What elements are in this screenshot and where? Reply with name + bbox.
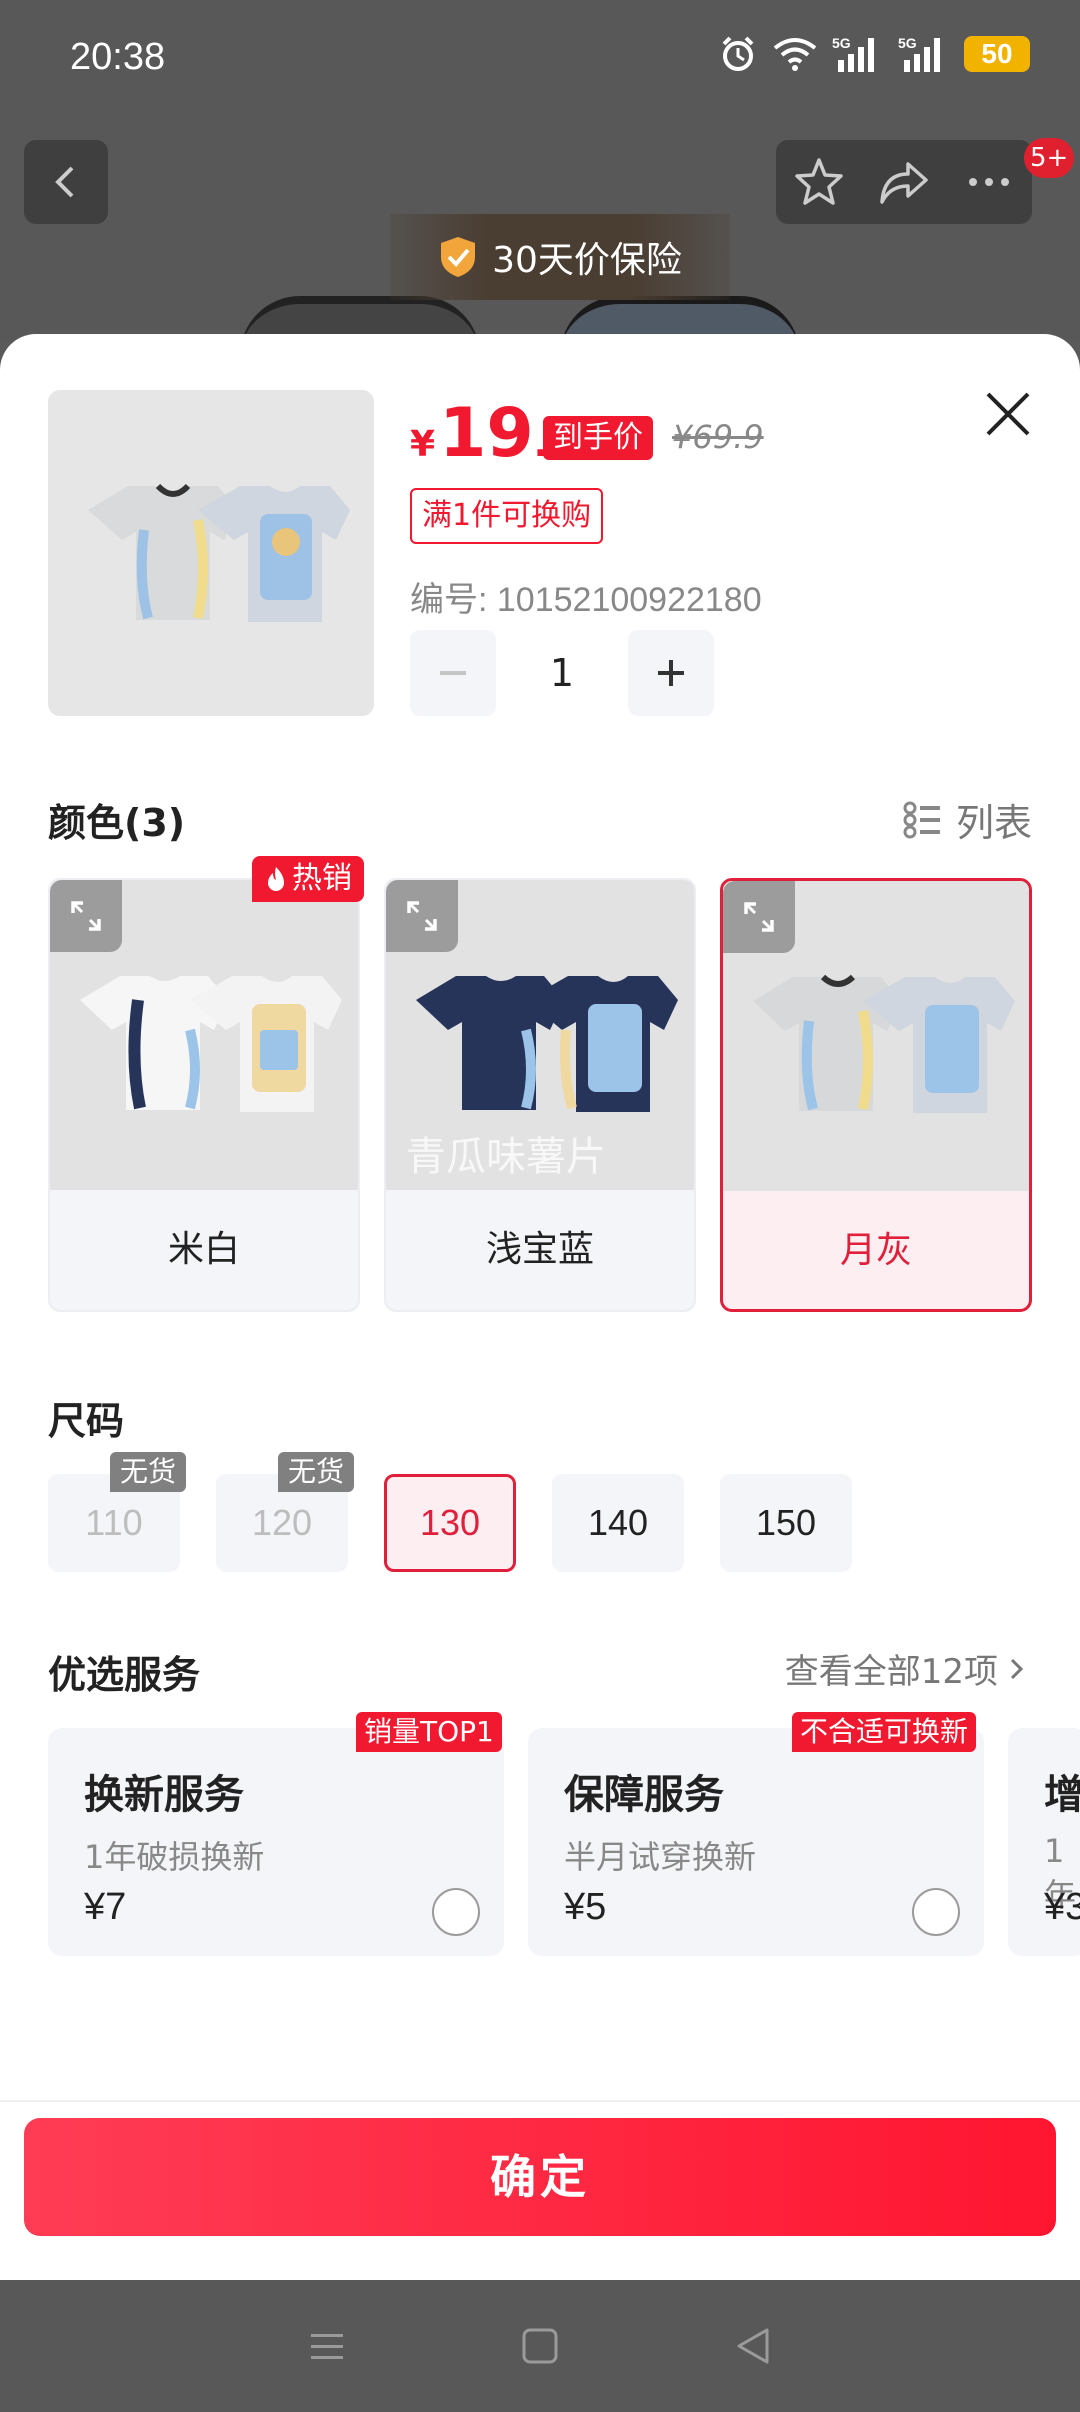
service-price: ¥3 [1044,1886,1080,1928]
size-option-150[interactable]: 150 [720,1474,852,1572]
quantity-increase-button[interactable] [628,630,714,716]
size-section-title: 尺码 [48,1399,125,1443]
quantity-value[interactable]: 1 [496,630,628,716]
service-card-guarantee[interactable]: 保障服务 半月试穿换新 ¥5 [528,1728,984,1956]
color-section-title: 颜色(3) [48,801,186,845]
status-icons: 5G 5G 50 [718,34,1030,74]
list-view-toggle[interactable]: 列表 [902,792,1032,847]
color-option-light-blue[interactable]: 青瓜味薯片 浅宝蓝 [384,878,696,1312]
soldout-tag: 无货 [110,1452,187,1492]
minus-icon [440,671,466,675]
service-description: 半月试穿换新 [564,1838,757,1876]
system-navigation-bar [0,2280,1080,2412]
cellular-signal-icon-2: 5G [898,35,940,72]
cellular-signal-icon: 5G [832,35,874,72]
promo-tag: 满1件可换购 [410,488,604,544]
service-radio[interactable] [432,1888,480,1936]
color-option-label: 浅宝蓝 [485,1229,594,1270]
service-price: ¥7 [84,1886,127,1928]
service-radio[interactable] [912,1888,960,1936]
service-name: 增 [1044,1772,1080,1818]
star-icon[interactable] [793,156,845,208]
divider [0,2100,1080,2102]
svg-text:5G: 5G [832,35,851,51]
list-toggle-label: 列表 [955,801,1032,845]
expand-image-button[interactable] [50,880,122,952]
sku-selector-sheet: ¥ 19 .9 到手价 ¥69.9 满1件可换购 编号: 10152100922… [0,334,1080,2280]
expand-icon [71,901,101,931]
confirm-button[interactable]: 确定 [24,2118,1056,2236]
service-description: 1年破损换新 [84,1838,265,1876]
price-currency: ¥ [410,424,436,465]
expand-image-button[interactable] [723,881,795,953]
battery-indicator: 50 [964,36,1030,72]
view-all-services-link[interactable]: 查看全部12项 [785,1644,1026,1693]
service-tag: 销量TOP1 [356,1712,502,1752]
service-name: 换新服务 [84,1772,244,1818]
quantity-decrease-button[interactable] [410,630,496,716]
sku-code: 编号: 10152100922180 [410,581,762,619]
color-option-label: 米白 [167,1229,240,1270]
alarm-icon [722,36,754,71]
service-name: 保障服务 [564,1772,724,1818]
services-section-title: 优选服务 [48,1653,201,1697]
size-option-140[interactable]: 140 [552,1474,684,1572]
home-icon[interactable] [520,2326,560,2366]
color-option-milk-white[interactable]: 米白 [48,878,360,1312]
product-image [88,483,350,622]
size-option-130[interactable]: 130 [384,1474,516,1572]
back-nav-icon[interactable] [733,2326,773,2366]
list-icon [903,801,940,838]
service-card-replacement[interactable]: 换新服务 1年破损换新 ¥7 [48,1728,504,1956]
back-button[interactable] [24,140,108,224]
image-watermark: 青瓜味薯片 [406,1134,606,1180]
service-price: ¥5 [564,1886,607,1928]
color-option-label: 月灰 [839,1230,912,1271]
service-card-partial[interactable]: 增 1年 ¥3 [1008,1728,1080,1956]
top-actions [776,140,1032,224]
chevron-right-icon [1010,1658,1024,1679]
color-option-moon-grey[interactable]: 月灰 [720,878,1032,1312]
menu-icon[interactable] [307,2326,347,2366]
hot-sale-badge: 热销 [252,856,364,902]
expand-image-button[interactable] [386,880,458,952]
view-all-label: 查看全部12项 [784,1652,998,1692]
insurance-text: 30天价保险 [492,240,682,281]
expand-icon [407,901,437,931]
net-price-tag: 到手价 [543,416,653,460]
shield-check-icon [441,237,476,277]
product-thumbnail[interactable] [48,390,374,716]
hot-sale-text: 热销 [292,861,352,896]
status-time: 20:38 [70,36,166,78]
service-tag: 不合适可换新 [792,1712,977,1752]
more-icon[interactable] [963,156,1015,208]
close-icon [986,392,1030,436]
price-insurance-banner: 30天价保险 [390,214,730,300]
plus-icon [658,660,684,686]
share-icon[interactable] [878,156,930,208]
wifi-icon [773,38,817,71]
flame-icon [268,867,284,891]
price-integer: 19 [439,394,534,473]
svg-text:5G: 5G [898,35,917,51]
chevron-left-icon [55,166,74,198]
expand-icon [744,902,774,932]
close-button[interactable] [980,386,1036,442]
original-price: ¥69.9 [672,418,764,456]
notification-badge: 5+ [1024,138,1075,178]
soldout-tag: 无货 [278,1452,355,1492]
status-bar: 20:38 5G 5G 50 [0,0,1080,120]
